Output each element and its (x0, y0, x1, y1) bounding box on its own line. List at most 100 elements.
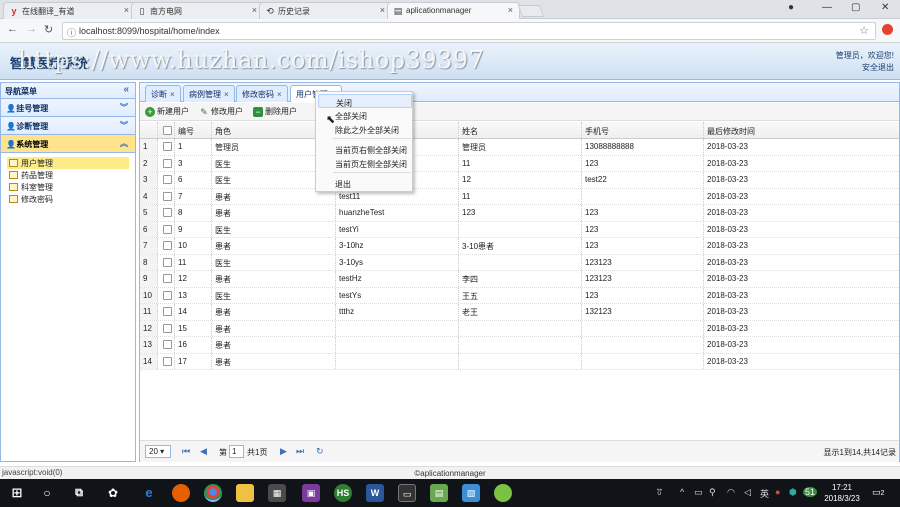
window-close-icon[interactable]: ✕ (881, 2, 889, 13)
url-field[interactable]: ⓘ localhost:8099/hospital/home/index ☆ (62, 22, 876, 40)
info-icon[interactable]: ⓘ (67, 26, 76, 39)
windows-start-icon[interactable]: ⊞ (8, 484, 26, 502)
firefox-icon[interactable] (172, 484, 190, 502)
row-checkbox[interactable] (163, 208, 172, 217)
menu-exit[interactable]: 退出 (318, 176, 412, 190)
row-checkbox[interactable] (163, 191, 172, 201)
accordion-diagnosis[interactable]: 👤 诊断管理 ︾ (1, 117, 135, 135)
row-checkbox[interactable] (163, 290, 172, 300)
tab-close-icon[interactable]: × (277, 90, 282, 99)
table-row[interactable]: 8 11 医生 3-10ys 123123 2018-03-23 (140, 254, 899, 271)
last-page-icon[interactable]: ⏭ (296, 446, 304, 457)
browser-tab-app[interactable]: ▤ aplicationmanager × (387, 2, 520, 19)
table-row[interactable]: 4 7 患者 test11 11 2018-03-23 (140, 188, 899, 205)
app-tile-icon[interactable]: ✿ (104, 484, 122, 502)
maximize-icon[interactable]: ▢ (851, 2, 860, 13)
header-name[interactable]: 姓名 (459, 122, 582, 138)
tree-item-drugs[interactable]: 药品管理 (7, 169, 135, 181)
table-row[interactable]: 10 13 医生 testYs 王五 123 2018-03-23 (140, 287, 899, 304)
table-row[interactable]: 9 12 患者 testHz 李四 123123 2018-03-23 (140, 271, 899, 288)
table-row[interactable]: 14 17 患者 2018-03-23 (140, 353, 899, 370)
table-row[interactable]: 6 9 医生 testYi 123 2018-03-23 (140, 221, 899, 238)
table-row[interactable]: 2 3 医生 11 123 2018-03-23 (140, 155, 899, 172)
close-icon[interactable]: × (380, 5, 385, 15)
prev-page-icon[interactable]: ◀ (200, 446, 207, 457)
close-icon[interactable]: × (124, 5, 129, 15)
security-icon[interactable]: ● (775, 487, 780, 497)
row-checkbox[interactable] (163, 323, 172, 333)
shield-icon[interactable]: ⬢ (789, 487, 797, 498)
row-checkbox[interactable] (163, 241, 172, 250)
extension-icon[interactable] (882, 24, 893, 35)
back-icon[interactable]: ← (7, 23, 18, 35)
menu-close-right[interactable]: 当前页右侧全部关闭 (318, 142, 412, 156)
wifi-icon[interactable]: ◠ (727, 487, 735, 498)
delete-user-button[interactable]: − 删除用户 (253, 106, 297, 117)
person-icon[interactable]: ꔢ (656, 487, 663, 498)
tree-item-departments[interactable]: 科室管理 (7, 181, 135, 193)
select-all-checkbox[interactable] (163, 126, 172, 135)
system-clock[interactable]: 17:21 2018/3/23 (822, 482, 862, 504)
tab-cases[interactable]: 病例管理 × (183, 85, 235, 102)
header-id[interactable]: 编号 (175, 122, 212, 138)
table-row[interactable]: 5 8 患者 huanzheTest 123 123 2018-03-23 (140, 205, 899, 222)
notepad-icon[interactable]: ▧ (462, 484, 480, 502)
store-icon[interactable]: ▦ (268, 484, 286, 502)
header-phone[interactable]: 手机号 (582, 122, 704, 138)
next-page-icon[interactable]: ▶ (280, 446, 287, 457)
terminal-icon[interactable]: ▭ (398, 484, 416, 502)
tab-diagnosis[interactable]: 诊断 × (145, 85, 181, 102)
browser-tab-youdao[interactable]: y 在线翻译_有道 × (3, 2, 136, 19)
row-checkbox[interactable] (163, 274, 172, 283)
tab-close-icon[interactable]: × (170, 90, 175, 99)
first-page-icon[interactable]: ⏮ (182, 446, 190, 457)
close-icon[interactable]: × (508, 5, 513, 15)
task-view-icon[interactable]: ⧉ (70, 484, 88, 502)
word-icon[interactable]: W (366, 484, 384, 502)
ime-indicator[interactable]: 英 (760, 487, 769, 500)
table-row[interactable]: 11 14 患者 ttthz 老王 132123 2018-03-23 (140, 304, 899, 321)
row-checkbox[interactable] (163, 307, 172, 316)
file-explorer-icon[interactable] (236, 484, 254, 502)
accordion-system[interactable]: 👤 系统管理 ︽ (1, 135, 135, 153)
reload-icon[interactable]: ↻ (44, 23, 53, 36)
wechat-icon[interactable] (494, 484, 512, 502)
page-number-input[interactable]: 1 (229, 445, 244, 458)
close-icon[interactable]: × (252, 5, 257, 15)
add-user-button[interactable]: + 新建用户 (145, 106, 189, 117)
chrome-icon[interactable] (204, 484, 222, 502)
browser-tab-csg[interactable]: ▯ 南方电网 × (131, 2, 264, 19)
volume-icon[interactable]: ◁ (744, 487, 751, 498)
table-row[interactable]: 7 10 患者 3-10hz 3-10患者 123 2018-03-23 (140, 238, 899, 255)
editor-icon[interactable]: ▤ (430, 484, 448, 502)
tree-item-users[interactable]: 用户管理 (7, 157, 129, 169)
forward-icon[interactable]: → (26, 23, 37, 35)
edit-user-button[interactable]: ✎ 修改用户 (199, 106, 243, 117)
edge-icon[interactable]: e (140, 484, 158, 502)
page-size-select[interactable]: 20 ▾ (145, 445, 171, 458)
header-time[interactable]: 最后修改时间 (704, 122, 899, 138)
tray-up-icon[interactable]: ^ (680, 487, 684, 497)
refresh-icon[interactable]: ↻ (316, 446, 324, 457)
row-checkbox[interactable] (163, 175, 172, 184)
table-row[interactable]: 13 16 患者 2018-03-23 (140, 337, 899, 354)
row-checkbox[interactable] (163, 356, 172, 366)
app-tray-icon[interactable]: 51 (803, 487, 818, 497)
row-checkbox[interactable] (163, 224, 172, 234)
tab-close-icon[interactable]: × (224, 90, 229, 99)
game-icon[interactable]: ▣ (302, 484, 320, 502)
row-checkbox[interactable] (163, 158, 172, 168)
notification-icon[interactable]: ▭2 (872, 487, 884, 498)
tab-password[interactable]: 修改密码 × (236, 85, 288, 102)
row-checkbox[interactable] (163, 257, 172, 267)
row-checkbox[interactable] (163, 142, 172, 151)
new-tab-button[interactable] (517, 5, 545, 17)
minimize-icon[interactable]: — (822, 2, 832, 13)
hbuilder-icon[interactable]: HS (334, 484, 352, 502)
battery-icon[interactable]: ▭ (694, 487, 703, 498)
row-checkbox[interactable] (163, 340, 172, 349)
bookmark-star-icon[interactable]: ☆ (859, 24, 869, 37)
table-row[interactable]: 12 15 患者 2018-03-23 (140, 320, 899, 337)
accordion-register[interactable]: 👤 挂号管理 ︾ (1, 99, 135, 117)
collapse-left-icon[interactable]: « (123, 84, 129, 95)
